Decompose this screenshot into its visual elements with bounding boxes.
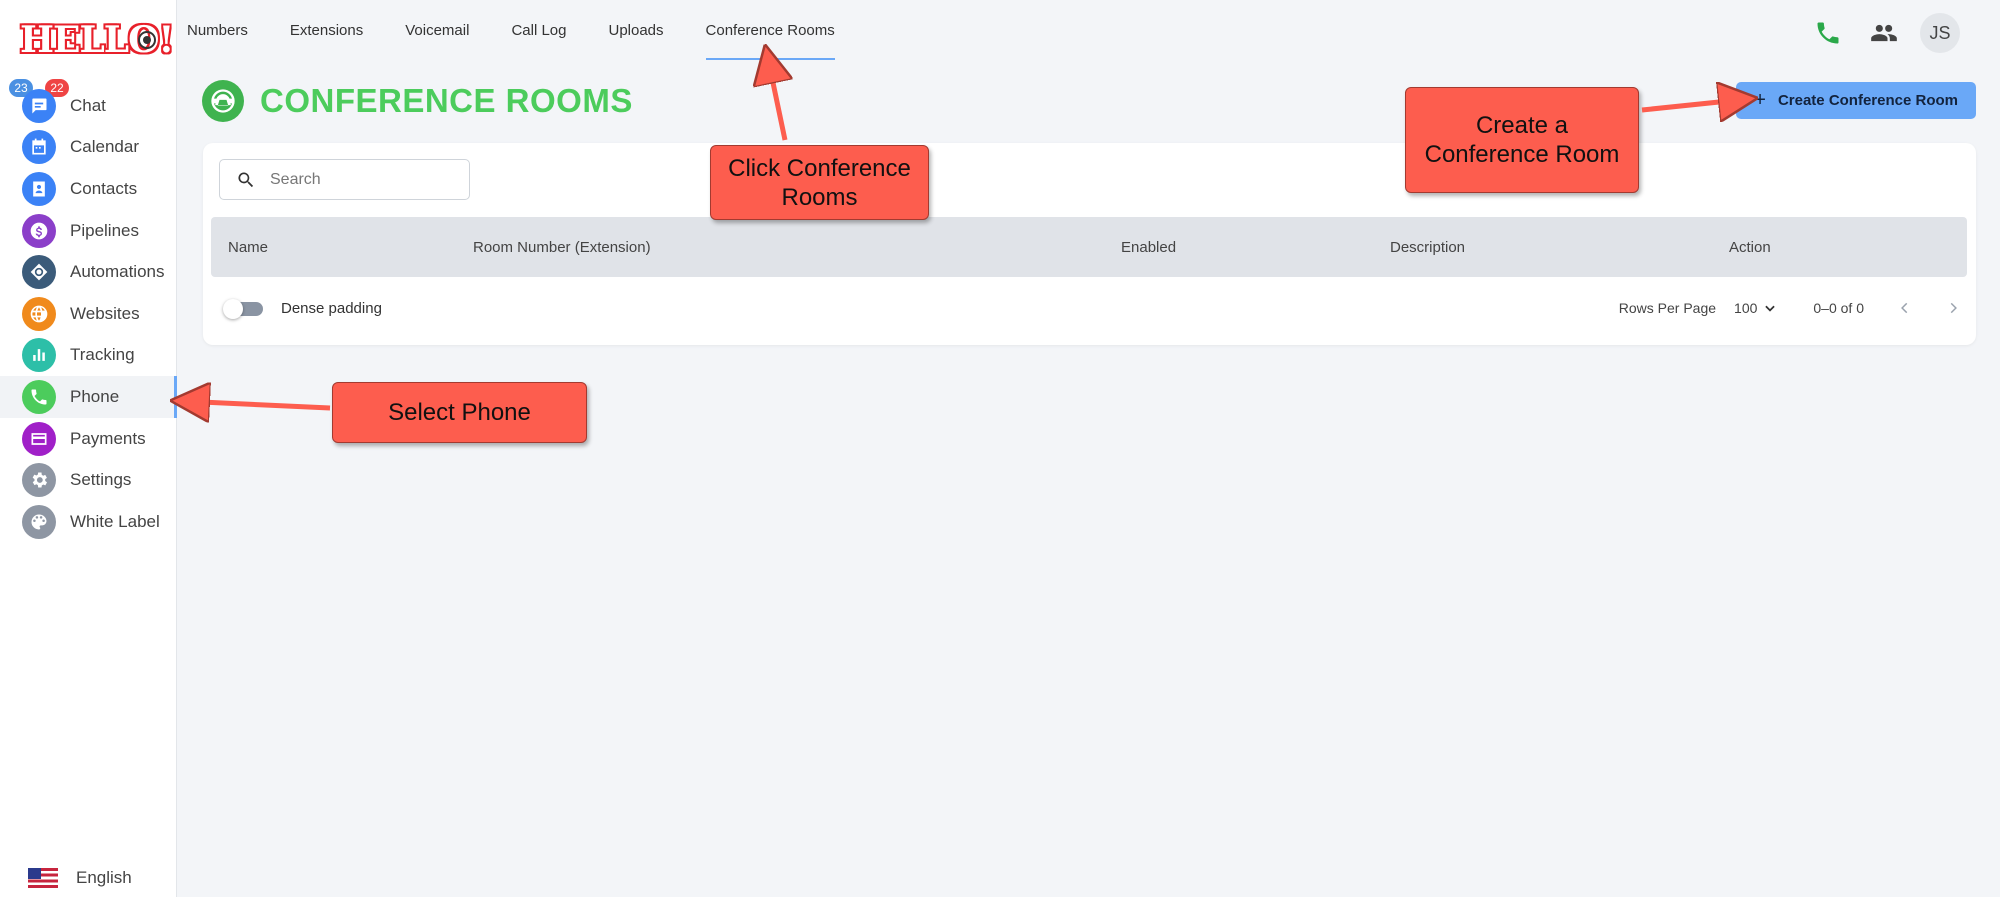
tab-uploads[interactable]: Uploads (608, 0, 663, 60)
chevron-down-icon (1765, 305, 1776, 312)
tab-conference-rooms[interactable]: Conference Rooms (705, 0, 836, 60)
column-header-room-number[interactable]: Room Number (Extension) (473, 217, 651, 277)
sidebar-item-payments[interactable]: Payments (0, 418, 177, 460)
user-avatar[interactable]: JS (1920, 13, 1960, 53)
sidebar-item-label: White Label (70, 511, 160, 531)
chevron-right-icon (1950, 302, 1957, 314)
contacts-icon (22, 171, 56, 206)
next-page-button[interactable] (1946, 301, 1960, 315)
create-conference-room-button[interactable]: + Create Conference Room (1736, 82, 1976, 119)
brand-logo[interactable]: HELLO! (20, 20, 174, 60)
sidebar-item-websites[interactable]: Websites (0, 293, 177, 335)
sidebar-item-label: Calendar (70, 137, 139, 157)
table-header: Name Room Number (Extension) Enabled Des… (211, 217, 1967, 277)
language-label: English (76, 868, 132, 887)
sidebar-item-label: Automations (70, 262, 165, 282)
page-title: CONFERENCE ROOMS (260, 82, 633, 119)
calendar-icon (22, 130, 56, 165)
sidebar-item-settings[interactable]: Settings (0, 459, 177, 501)
dense-padding-label: Dense padding (281, 300, 382, 317)
sidebar-item-label: Websites (70, 303, 140, 323)
sidebar-item-tracking[interactable]: Tracking (0, 335, 177, 377)
chat-icon (22, 88, 56, 123)
users-icon[interactable] (1864, 13, 1904, 53)
arrow-to-conference-tab (767, 54, 785, 141)
rows-per-page-label: Rows Per Page (1618, 300, 1717, 316)
column-header-name[interactable]: Name (228, 217, 268, 277)
sidebar-item-label: Payments (70, 428, 146, 448)
search-icon (238, 172, 254, 187)
callout-create-conference-room: Create a Conference Room (1405, 87, 1639, 193)
globe-icon (22, 296, 56, 331)
previous-page-button[interactable] (1898, 301, 1912, 315)
column-header-description[interactable]: Description (1390, 217, 1465, 277)
record-icon[interactable] (138, 31, 156, 49)
dollar-icon (22, 213, 56, 248)
sidebar-item-label: Pipelines (70, 220, 139, 240)
rows-per-page-value: 100 (1734, 300, 1758, 316)
dialer-phone-icon[interactable] (1808, 13, 1848, 53)
tab-voicemail[interactable]: Voicemail (405, 0, 469, 60)
sidebar-item-white-label[interactable]: White Label (0, 501, 177, 543)
tab-numbers[interactable]: Numbers (187, 0, 248, 60)
column-header-action: Action (1729, 238, 1771, 256)
conference-rooms-card: Name Room Number (Extension) Enabled Des… (203, 143, 1976, 345)
sidebar-item-label: Tracking (70, 345, 135, 365)
page-header: CONFERENCE ROOMS (202, 80, 633, 122)
top-right-actions: JS (1792, 13, 1960, 53)
sidebar-item-label: Phone (70, 386, 120, 406)
automation-icon (22, 255, 56, 290)
callout-select-phone: Select Phone (332, 382, 587, 443)
chevron-left-icon (1901, 302, 1908, 314)
gear-icon (22, 463, 56, 498)
search-box[interactable] (219, 159, 470, 200)
sidebar: HELLO! 23 22 Chat Calendar Contacts Pipelin… (0, 0, 177, 897)
dense-padding-control: Dense padding (223, 298, 382, 319)
palette-icon (22, 504, 56, 539)
us-flag-icon (28, 868, 58, 888)
chart-icon (22, 338, 56, 373)
pagination: Rows Per Page 100 0–0 of 0 (1619, 300, 1960, 316)
annotation-arrows (0, 0, 2000, 897)
sidebar-item-pipelines[interactable]: Pipelines (0, 210, 177, 252)
arrow-to-create-button (1641, 99, 1748, 110)
column-header-enabled[interactable]: Enabled (1121, 217, 1176, 277)
pagination-range: 0–0 of 0 (1813, 300, 1864, 316)
sidebar-item-label: Settings (70, 470, 132, 490)
sidebar-item-automations[interactable]: Automations (0, 251, 177, 293)
sidebar-item-calendar[interactable]: Calendar (0, 127, 177, 169)
tab-extensions[interactable]: Extensions (290, 0, 363, 60)
conference-phone-icon (202, 80, 244, 122)
tab-call-log[interactable]: Call Log (511, 0, 566, 60)
phone-tabs: Numbers Extensions Voicemail Call Log Upload… (187, 0, 877, 60)
sidebar-item-chat[interactable]: Chat (0, 85, 177, 127)
sidebar-item-label: Contacts (70, 178, 138, 198)
sidebar-nav: Chat Calendar Contacts Pipelines Automations… (0, 85, 177, 543)
search-input[interactable] (270, 170, 450, 189)
callout-click-conference-rooms: Click Conference Rooms (710, 145, 929, 220)
sidebar-item-phone[interactable]: Phone (0, 376, 177, 418)
plus-icon: + (1754, 89, 1766, 111)
phone-icon (22, 379, 56, 414)
language-selector[interactable]: English (28, 868, 132, 888)
arrow-to-phone-nav (180, 401, 331, 408)
create-button-label: Create Conference Room (1777, 92, 1958, 109)
dense-padding-toggle[interactable] (223, 298, 263, 319)
sidebar-item-label: Chat (70, 95, 106, 115)
card-icon (22, 421, 56, 456)
sidebar-item-contacts[interactable]: Contacts (0, 168, 177, 210)
rows-per-page-select[interactable]: 100 (1734, 300, 1777, 316)
